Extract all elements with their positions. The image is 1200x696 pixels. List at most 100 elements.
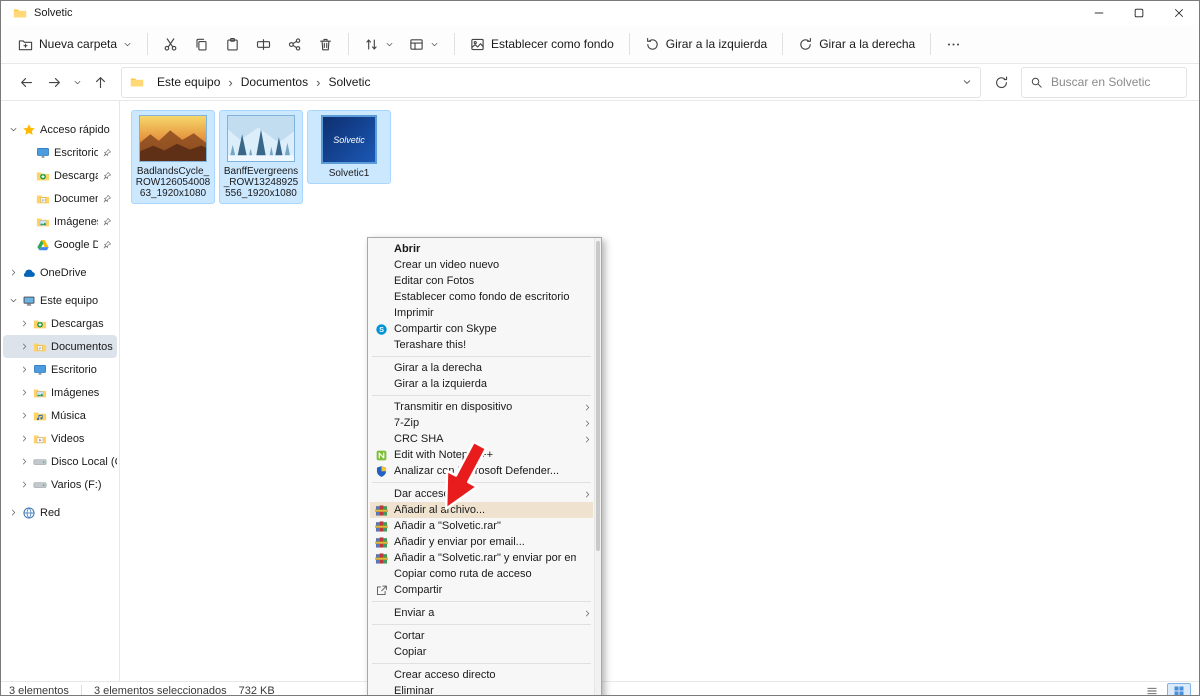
address-box[interactable]: Este equipo › Documentos › Solvetic [121,66,981,98]
more-options-button[interactable] [939,32,968,57]
menu-item-crear-acceso-directo[interactable]: Crear acceso directo [370,667,593,683]
sidebar-item-red[interactable]: Red [3,501,117,524]
sidebar-item-disco-local-c[interactable]: Disco Local (C:) [3,450,117,473]
file-item-solvetic1[interactable]: Solvetic Solvetic1 [308,111,390,183]
sidebar-item-label: Videos [51,432,85,445]
menu-item-label: Cortar [394,630,425,642]
toolbar-divider [454,33,456,55]
toolbar-divider [628,33,630,55]
sidebar-item-google-drive[interactable]: Google Drive [3,233,117,256]
item-count: 3 elementos [9,685,69,696]
set-background-button[interactable]: Establecer como fondo [463,32,621,57]
menu-item-girar-a-la-derecha[interactable]: Girar a la derecha [370,360,593,376]
pictures-icon [33,386,47,400]
sidebar-item-onedrive[interactable]: OneDrive [3,261,117,284]
menu-item-label: Terashare this! [394,339,467,351]
sidebar-item-descargas[interactable]: Descargas [3,312,117,335]
chevrt-icon [20,388,29,397]
breadcrumb-item-documentos[interactable]: Documentos [234,72,315,92]
menu-separator [372,395,591,396]
file-item-banffevergreens-row13248925556-1920x1080[interactable]: BanffEvergreens_ROW13248925556_1920x1080 [220,111,302,203]
paste-button[interactable] [218,32,247,57]
breadcrumb-item-solvetic[interactable]: Solvetic [321,72,377,92]
address-dropdown-icon[interactable] [962,77,972,87]
menu-item-cortar[interactable]: Cortar [370,628,593,644]
menu-item-crear-un-video-nuevo[interactable]: Crear un video nuevo [370,257,593,273]
sidebar-item-escritorio[interactable]: Escritorio [3,141,117,164]
minimize-button[interactable] [1079,1,1119,25]
menu-item-transmitir-en-dispositivo[interactable]: Transmitir en dispositivo [370,399,593,415]
search-input[interactable] [1049,74,1178,90]
menu-separator [372,624,591,625]
menu-item-imprimir[interactable]: Imprimir [370,305,593,321]
more-icon [946,37,961,52]
up-button[interactable] [87,69,113,95]
sidebar-item-ima-genes[interactable]: Imágenes [3,381,117,404]
sidebar-item-varios-f[interactable]: Varios (F:) [3,473,117,496]
scrollbar-thumb[interactable] [596,241,600,551]
sidebar-item-mu-sica[interactable]: Música [3,404,117,427]
view-button[interactable] [402,32,446,57]
cut-button[interactable] [156,32,185,57]
context-menu-scrollbar[interactable] [594,238,601,695]
sort-button[interactable] [357,32,401,57]
menu-item-compartir[interactable]: Compartir [370,582,593,598]
sidebar-item-documentos[interactable]: Documentos [3,187,117,210]
menu-item-an-adir-a-solvetic-rar-y-enviar-por-email[interactable]: Añadir a "Solvetic.rar" y enviar por ema… [370,550,593,566]
desktop-icon [33,363,47,377]
view-toggles [1140,682,1191,696]
thumbnails-view-button[interactable] [1167,682,1191,695]
menu-item-eliminar[interactable]: Eliminar [370,683,593,695]
menu-item-girar-a-la-izquierda[interactable]: Girar a la izquierda [370,376,593,392]
delete-button[interactable] [311,32,340,57]
menu-item-abrir[interactable]: Abrir [370,241,593,257]
rotate-left-button[interactable]: Girar a la izquierda [638,32,774,57]
sidebar-item-videos[interactable]: Videos [3,427,117,450]
defender-icon [372,465,390,478]
menu-item-copiar[interactable]: Copiar [370,644,593,660]
refresh-button[interactable] [988,69,1014,95]
menu-item-7-zip[interactable]: 7-Zip [370,415,593,431]
menu-item-copiar-como-ruta-de-acceso[interactable]: Copiar como ruta de acceso [370,566,593,582]
forward-button[interactable] [41,69,67,95]
view-icon [409,37,424,52]
sidebar-item-escritorio[interactable]: Escritorio [3,358,117,381]
copy-button[interactable] [187,32,216,57]
menu-item-compartir-con-skype[interactable]: S Compartir con Skype [370,321,593,337]
refresh-icon [994,75,1009,90]
sidebar-item-label: Música [51,409,86,422]
maximize-button[interactable] [1119,1,1159,25]
sidebar-item-documentos[interactable]: Documentos [3,335,117,358]
chevrt-icon [20,411,29,420]
winrar-icon [372,504,390,517]
menu-item-an-adir-y-enviar-por-email[interactable]: Añadir y enviar por email... [370,534,593,550]
videos-icon [33,432,47,446]
breadcrumb-item-este-equipo[interactable]: Este equipo [150,72,227,92]
star-icon [22,123,36,137]
chevron-down-icon [123,40,132,49]
sidebar-item-ima-genes[interactable]: Imágenes [3,210,117,233]
rename-button[interactable] [249,32,278,57]
details-view-button[interactable] [1140,683,1164,696]
file-item-badlandscycle-row12605400863-1920x1080[interactable]: BadlandsCycle_ROW12605400863_1920x1080 [132,111,214,203]
close-button[interactable] [1159,1,1199,25]
back-button[interactable] [13,69,39,95]
sidebar-item-acceso-ra-pido[interactable]: Acceso rápido [3,118,117,141]
share-button[interactable] [280,32,309,57]
menu-item-terashare-this[interactable]: Terashare this! [370,337,593,353]
sidebar-item-descargas[interactable]: Descargas [3,164,117,187]
toolbar-icon-buttons [156,32,340,57]
toolbar-divider [147,33,149,55]
sidebar-item-este-equipo[interactable]: Este equipo [3,289,117,312]
menu-item-establecer-como-fondo-de-escritorio[interactable]: Establecer como fondo de escritorio [370,289,593,305]
recent-locations-button[interactable] [69,69,85,95]
menu-item-enviar-a[interactable]: Enviar a [370,605,593,621]
rotate-right-button[interactable]: Girar a la derecha [791,32,922,57]
red-arrow-annotation [444,440,488,511]
submenu-arrow-icon [580,490,592,499]
new-folder-button[interactable]: Nueva carpeta [11,32,139,57]
new-folder-label: Nueva carpeta [39,37,118,51]
set-background-label: Establecer como fondo [491,37,614,51]
menu-item-editar-con-fotos[interactable]: Editar con Fotos [370,273,593,289]
file-thumbnail [139,115,207,162]
